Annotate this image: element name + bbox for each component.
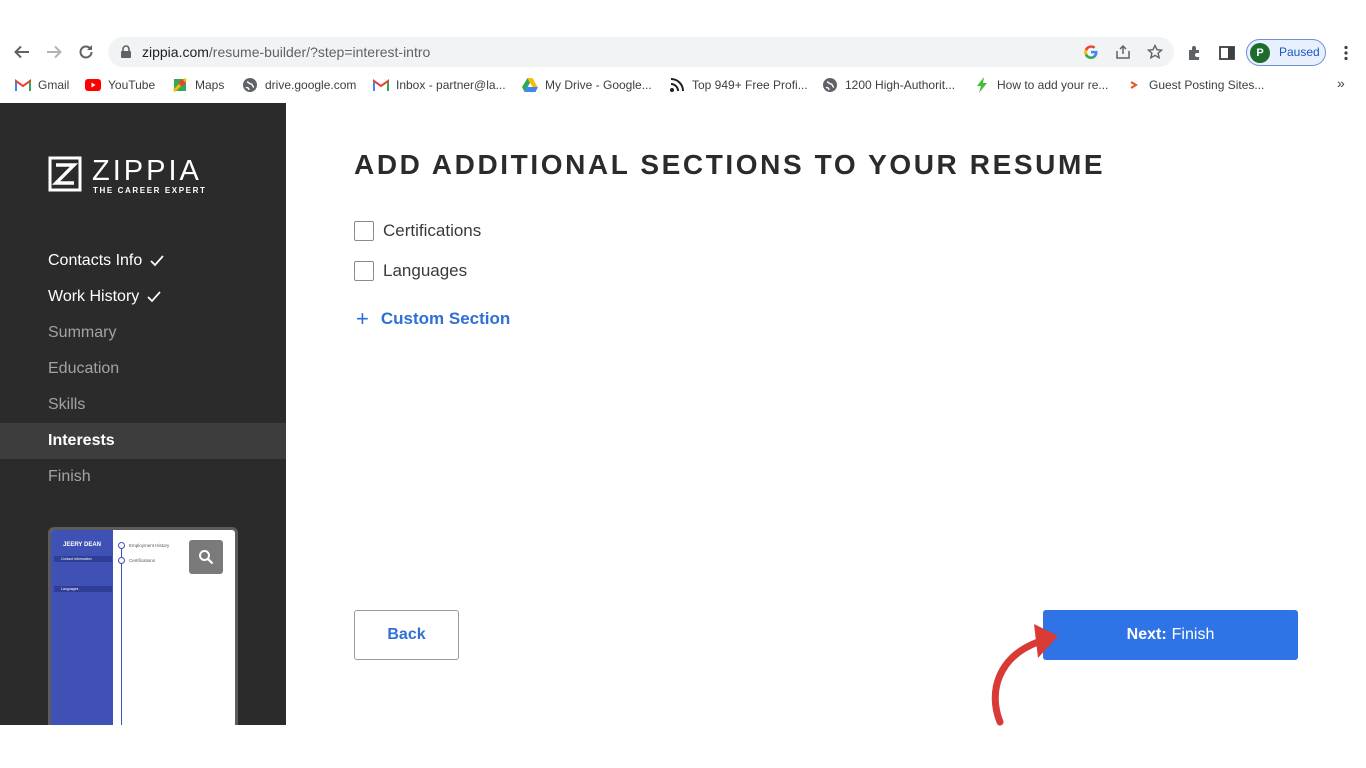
drive-icon	[522, 77, 538, 93]
site-icon	[1126, 77, 1142, 93]
step-label: Interests	[48, 432, 115, 449]
certifications-option[interactable]: Certifications	[354, 221, 481, 241]
preview-languages-heading: Languages	[61, 587, 79, 591]
step-summary[interactable]: Summary	[0, 315, 286, 351]
zippia-logo-mark-icon	[48, 156, 82, 192]
bookmark-label: drive.google.com	[265, 78, 357, 92]
address-bar[interactable]: zippia.com/resume-builder/?step=interest…	[108, 37, 1174, 67]
steps-sidebar: ZIPPIA THE CAREER EXPERT Contacts Info W…	[0, 103, 286, 725]
logo-tagline: THE CAREER EXPERT	[93, 186, 207, 195]
profile-status: Paused	[1279, 45, 1320, 59]
gmail-icon	[373, 77, 389, 93]
languages-option[interactable]: Languages	[354, 261, 467, 281]
bookmark-maps[interactable]: Maps	[172, 76, 224, 94]
bookmark-how-to-add[interactable]: How to add your re...	[974, 76, 1108, 94]
bookmark-top-949[interactable]: Top 949+ Free Profi...	[669, 76, 808, 94]
main-content: ADD ADDITIONAL SECTIONS TO YOUR RESUME C…	[286, 103, 1366, 725]
browser-toolbar: zippia.com/resume-builder/?step=interest…	[0, 36, 1366, 68]
back-button[interactable]: Back	[354, 610, 459, 660]
checkmark-icon	[150, 255, 164, 267]
add-custom-section-link[interactable]: + Custom Section	[356, 308, 510, 330]
bookmark-guest-posting[interactable]: Guest Posting Sites...	[1126, 76, 1264, 94]
step-work-history[interactable]: Work History	[0, 279, 286, 315]
bookmark-youtube[interactable]: YouTube	[85, 76, 155, 94]
star-icon[interactable]	[1147, 44, 1163, 60]
custom-section-label: Custom Section	[380, 309, 511, 328]
more-bookmarks-chevron-icon[interactable]: »	[1337, 75, 1345, 91]
bookmarks-bar: Gmail YouTube Maps drive.google.com Inbo…	[0, 72, 1366, 96]
step-education[interactable]: Education	[0, 351, 286, 387]
maps-icon	[172, 77, 188, 93]
zoom-preview-button[interactable]	[189, 540, 223, 574]
bookmark-label: 1200 High-Authorit...	[845, 78, 956, 92]
next-finish-button[interactable]: Next: Finish	[1043, 610, 1298, 660]
youtube-icon	[85, 77, 101, 93]
preview-contact-heading: Contact Information	[61, 557, 92, 561]
bookmark-label: My Drive - Google...	[545, 78, 652, 92]
annotation-arrow-icon	[991, 624, 1058, 726]
bookmark-gmail[interactable]: Gmail	[15, 76, 69, 94]
magnifier-icon	[199, 550, 214, 565]
bookmark-inbox[interactable]: Inbox - partner@la...	[373, 76, 506, 94]
kebab-menu-icon[interactable]	[1337, 44, 1355, 62]
preview-name: JEERY DEAN	[62, 542, 101, 548]
step-label: Work History	[48, 288, 140, 305]
plus-icon: +	[356, 306, 369, 331]
option-label: Certifications	[383, 221, 482, 240]
step-label: Summary	[48, 324, 117, 341]
step-contacts-info[interactable]: Contacts Info	[0, 243, 286, 279]
step-finish[interactable]: Finish	[0, 459, 286, 495]
bookmark-label: Maps	[195, 78, 225, 92]
bookmark-label: How to add your re...	[997, 78, 1109, 92]
step-label: Contacts Info	[48, 252, 143, 269]
avatar: P	[1250, 43, 1270, 63]
preview-certifications-heading: Certifications	[129, 558, 156, 563]
share-icon[interactable]	[1115, 44, 1131, 60]
next-prefix: Next:	[1126, 626, 1167, 643]
option-label: Languages	[383, 261, 468, 280]
feed-icon	[669, 77, 685, 93]
forward-arrow-icon[interactable]	[42, 40, 66, 64]
next-label: Finish	[1171, 626, 1215, 643]
step-label: Skills	[48, 396, 86, 413]
bolt-icon	[974, 77, 990, 93]
page-title: ADD ADDITIONAL SECTIONS TO YOUR RESUME	[354, 149, 1106, 180]
step-label: Finish	[48, 468, 91, 485]
reload-icon[interactable]	[74, 40, 98, 64]
zippia-logo[interactable]: ZIPPIA THE CAREER EXPERT	[48, 155, 208, 195]
logo-word: ZIPPIA	[92, 155, 202, 187]
globe-icon	[822, 77, 838, 93]
bookmark-label: Inbox - partner@la...	[396, 78, 506, 92]
resume-preview-thumbnail[interactable]: JEERY DEAN Contact Information Languages…	[48, 527, 238, 725]
google-icon[interactable]	[1083, 44, 1099, 60]
preview-timeline	[121, 546, 122, 725]
step-skills[interactable]: Skills	[0, 387, 286, 423]
step-interests[interactable]: Interests	[0, 423, 286, 459]
languages-checkbox[interactable]	[354, 261, 374, 281]
certifications-checkbox[interactable]	[354, 221, 374, 241]
lock-icon	[121, 45, 131, 58]
step-label: Education	[48, 360, 120, 377]
bookmark-label: Top 949+ Free Profi...	[692, 78, 808, 92]
bookmark-my-drive[interactable]: My Drive - Google...	[522, 76, 652, 94]
bookmark-1200-high[interactable]: 1200 High-Authorit...	[822, 76, 955, 94]
preview-employment-heading: Employment History	[129, 543, 170, 548]
bookmark-label: Guest Posting Sites...	[1149, 78, 1265, 92]
bookmark-label: Gmail	[38, 78, 70, 92]
bookmark-label: YouTube	[108, 78, 156, 92]
extensions-icon[interactable]	[1186, 44, 1204, 62]
browser-chrome: zippia.com/resume-builder/?step=interest…	[0, 0, 1366, 103]
preview-timeline-dot	[118, 557, 125, 564]
checkmark-icon	[147, 291, 161, 303]
url-text: zippia.com/resume-builder/?step=interest…	[142, 44, 430, 60]
side-panel-icon[interactable]	[1218, 44, 1236, 62]
back-arrow-icon[interactable]	[10, 40, 34, 64]
gmail-icon	[15, 77, 31, 93]
globe-icon	[242, 77, 258, 93]
profile-button[interactable]: P Paused	[1246, 39, 1326, 66]
url-host: zippia.com	[142, 44, 209, 60]
bookmark-drive-site[interactable]: drive.google.com	[242, 76, 356, 94]
url-path: /resume-builder/?step=interest-intro	[208, 44, 431, 60]
preview-timeline-dot	[118, 542, 125, 549]
